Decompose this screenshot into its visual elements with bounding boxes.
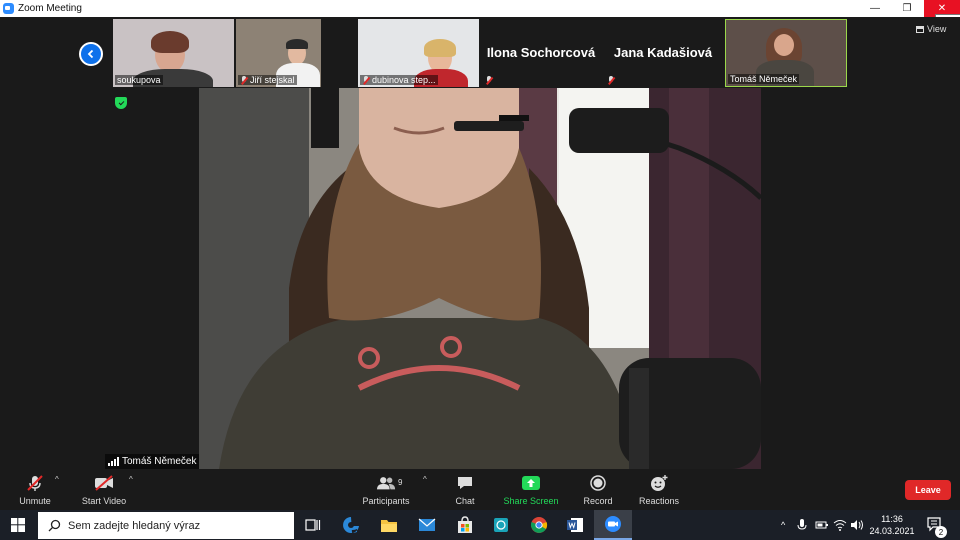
muted-mic-icon: [607, 76, 615, 85]
participant-tile[interactable]: soukupova: [113, 19, 234, 87]
speaker-name: Tomáš Němeček: [122, 456, 197, 467]
taskbar-chrome[interactable]: [520, 510, 558, 540]
record-icon: [588, 473, 608, 493]
record-label: Record: [583, 496, 613, 506]
unmute-label: Unmute: [19, 496, 51, 506]
view-label: View: [927, 24, 947, 34]
participant-tile[interactable]: Ilona Sochorcová: [481, 19, 601, 87]
share-screen-label: Share Screen: [503, 496, 559, 506]
speaker-video-frame: [199, 88, 761, 469]
muted-mic-icon: [362, 75, 370, 85]
participants-button[interactable]: Participants: [360, 469, 412, 509]
encryption-shield-icon[interactable]: [115, 97, 127, 109]
participant-display-name: Ilona Sochorcová: [486, 45, 596, 60]
participants-count: 9: [398, 478, 403, 487]
participant-name: Jiří stejskal: [238, 75, 297, 85]
muted-microphone-icon: [25, 473, 45, 493]
meeting-toolbar: Unmute ^ Start Video ^ Participants 9 ^ …: [0, 469, 960, 509]
tray-microphone-icon[interactable]: [797, 510, 807, 540]
chevron-left-icon: [87, 49, 94, 59]
windows-logo-icon: [11, 518, 25, 532]
participants-label: Participants: [362, 496, 410, 506]
participants-icon: [376, 473, 396, 493]
notification-count-badge: 2: [935, 526, 947, 538]
muted-mic-icon: [485, 76, 493, 85]
web-app-icon: [494, 518, 508, 532]
gallery-prev-button[interactable]: [79, 42, 103, 66]
leave-button[interactable]: Leave: [905, 480, 951, 500]
reactions-label: Reactions: [638, 496, 680, 506]
participant-tile-active[interactable]: Tomáš Němeček: [725, 19, 847, 87]
taskbar-word[interactable]: [556, 510, 594, 540]
tray-battery-icon[interactable]: [815, 510, 829, 540]
chat-bubble-icon: [455, 473, 475, 493]
participant-name: [605, 76, 617, 85]
muted-mic-icon: [240, 75, 248, 85]
window-title: Zoom Meeting: [18, 3, 82, 14]
start-video-label: Start Video: [81, 496, 127, 506]
taskbar-clock[interactable]: 11:36 24.03.2021: [866, 513, 918, 537]
tray-volume-icon[interactable]: [850, 510, 864, 540]
zoom-app-icon: [3, 3, 14, 14]
participant-display-name: Jana Kadašiová: [613, 45, 713, 60]
participant-name: [483, 76, 495, 85]
participant-name: Tomáš Němeček: [728, 74, 800, 84]
participants-options-caret[interactable]: ^: [423, 475, 427, 484]
edge-browser-icon: [343, 517, 359, 533]
reactions-emoji-icon: [649, 473, 669, 493]
participant-name: dubinova step...: [360, 75, 438, 85]
taskbar-search-box[interactable]: Sem zadejte hledaný výraz: [38, 512, 294, 539]
search-icon: [44, 516, 64, 536]
active-speaker-video: [199, 88, 761, 469]
share-screen-icon: [521, 473, 541, 493]
task-view-icon: [305, 519, 321, 531]
search-placeholder: Sem zadejte hledaný výraz: [68, 519, 201, 532]
record-button[interactable]: Record: [580, 469, 616, 509]
active-speaker-name-label: Tomáš Němeček: [105, 454, 200, 469]
share-screen-button[interactable]: Share Screen: [502, 469, 560, 509]
tray-wifi-icon[interactable]: [833, 510, 847, 540]
chat-button[interactable]: Chat: [448, 469, 482, 509]
participant-headset: [286, 39, 308, 49]
participant-name: soukupova: [115, 75, 163, 85]
clock-date: 24.03.2021: [869, 526, 915, 536]
participant-video: [774, 34, 794, 56]
minimize-button[interactable]: —: [858, 0, 892, 17]
taskbar-file-explorer[interactable]: [370, 510, 408, 540]
participant-tile[interactable]: Jiří stejskal: [236, 19, 321, 87]
zoom-app-taskbar-icon: [605, 516, 621, 532]
start-video-button[interactable]: Start Video: [79, 469, 129, 509]
chrome-browser-icon: [531, 517, 548, 533]
taskbar-zoom[interactable]: [594, 510, 632, 540]
view-button[interactable]: View: [916, 24, 946, 34]
participant-tile[interactable]: dubinova step...: [358, 19, 479, 87]
chat-label: Chat: [455, 496, 475, 506]
store-bag-icon: [458, 516, 472, 533]
restore-button[interactable]: ❐: [890, 0, 924, 17]
participant-hair: [151, 31, 189, 53]
start-button[interactable]: [0, 510, 36, 540]
participant-tile[interactable]: Jana Kadašiová: [603, 19, 723, 87]
task-view-button[interactable]: [294, 510, 332, 540]
reactions-button[interactable]: Reactions: [636, 469, 682, 509]
taskbar-app-settings[interactable]: [482, 510, 520, 540]
word-icon: [567, 518, 583, 532]
tray-overflow-caret[interactable]: ^: [781, 510, 785, 540]
taskbar-mail[interactable]: [408, 510, 446, 540]
video-options-caret[interactable]: ^: [129, 475, 133, 484]
taskbar-edge[interactable]: [332, 510, 370, 540]
participant-hair: [424, 39, 456, 57]
video-off-icon: [94, 473, 114, 493]
unmute-button[interactable]: Unmute: [14, 469, 56, 509]
gallery-view-icon: [916, 25, 924, 33]
window-titlebar: Zoom Meeting — ❐ ✕: [0, 0, 960, 17]
connection-signal-icon: [108, 457, 119, 466]
mail-icon: [418, 518, 436, 531]
audio-options-caret[interactable]: ^: [55, 475, 59, 484]
taskbar-store[interactable]: [446, 510, 484, 540]
clock-time: 11:36: [881, 514, 903, 524]
folder-icon: [381, 520, 397, 532]
meeting-area: soukupova Jiří stejskal dubinova step...…: [0, 17, 960, 469]
windows-taskbar: Sem zadejte hledaný výraz ^ 11:36 24.03.…: [0, 510, 960, 540]
